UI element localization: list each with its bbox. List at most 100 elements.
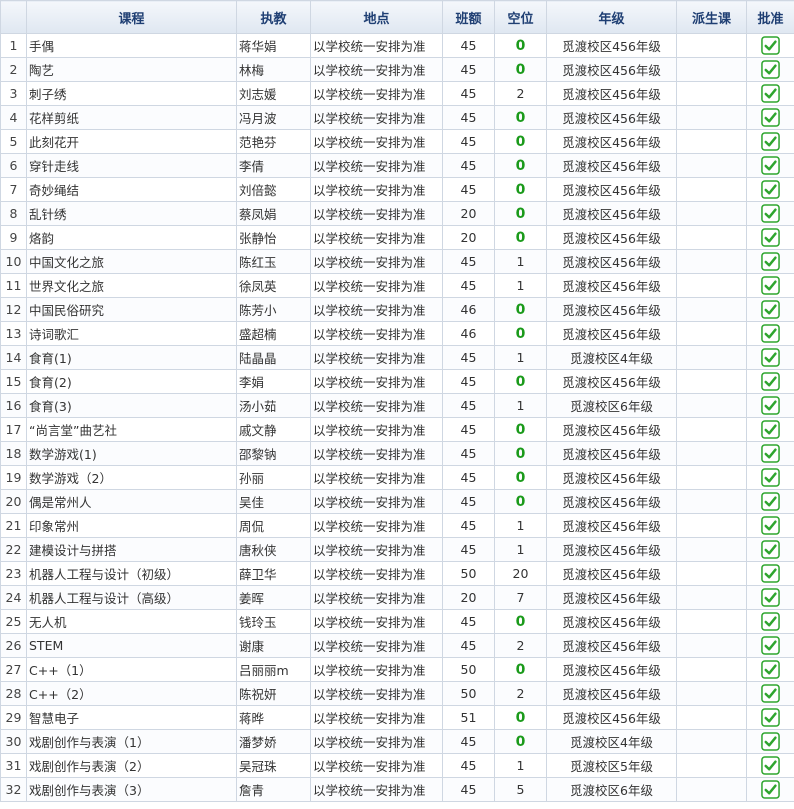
check-icon[interactable] [761, 180, 780, 199]
check-icon[interactable] [761, 204, 780, 223]
derived-course [676, 465, 747, 490]
capacity: 50 [442, 657, 495, 682]
vacancy: 1 [494, 753, 547, 778]
header-derived-course[interactable]: 派生课 [676, 0, 747, 34]
check-icon[interactable] [761, 36, 780, 55]
check-icon[interactable] [761, 276, 780, 295]
course-name: 戏剧创作与表演（3） [26, 777, 237, 802]
check-icon[interactable] [761, 324, 780, 343]
capacity: 45 [442, 273, 495, 298]
course-name: 食育(3) [26, 393, 237, 418]
row-index: 20 [0, 489, 27, 514]
check-icon[interactable] [761, 516, 780, 535]
header-approve[interactable]: 批准 [746, 0, 794, 34]
capacity: 45 [442, 417, 495, 442]
check-icon[interactable] [761, 348, 780, 367]
check-icon[interactable] [761, 156, 780, 175]
check-icon[interactable] [761, 708, 780, 727]
header-place[interactable]: 地点 [310, 0, 443, 34]
vacancy: 1 [494, 345, 547, 370]
check-icon[interactable] [761, 84, 780, 103]
check-icon[interactable] [761, 564, 780, 583]
capacity: 51 [442, 705, 495, 730]
approve-cell [746, 705, 794, 730]
place: 以学校统一安排为准 [310, 777, 443, 802]
check-icon[interactable] [761, 108, 780, 127]
check-icon[interactable] [761, 540, 780, 559]
check-icon[interactable] [761, 756, 780, 775]
check-icon[interactable] [761, 492, 780, 511]
header-grade[interactable]: 年级 [546, 0, 677, 34]
vacancy: 0 [494, 297, 547, 322]
check-icon[interactable] [761, 660, 780, 679]
teacher-name: 孙丽 [236, 465, 311, 490]
header-capacity[interactable]: 班额 [442, 0, 495, 34]
header-vacancy[interactable]: 空位 [494, 0, 547, 34]
check-icon[interactable] [761, 396, 780, 415]
check-icon[interactable] [761, 780, 780, 799]
check-icon[interactable] [761, 60, 780, 79]
derived-course [676, 201, 747, 226]
check-icon[interactable] [761, 132, 780, 151]
place: 以学校统一安排为准 [310, 177, 443, 202]
derived-course [676, 345, 747, 370]
place: 以学校统一安排为准 [310, 681, 443, 706]
derived-course [676, 753, 747, 778]
header-teacher[interactable]: 执教 [236, 0, 311, 34]
capacity: 45 [442, 633, 495, 658]
place: 以学校统一安排为准 [310, 105, 443, 130]
derived-course [676, 633, 747, 658]
approve-cell [746, 81, 794, 106]
vacancy: 2 [494, 81, 547, 106]
capacity: 45 [442, 489, 495, 514]
grade: 觅渡校区456年级 [546, 57, 677, 82]
grade: 觅渡校区456年级 [546, 609, 677, 634]
table-row: 2 陶艺 林梅 以学校统一安排为准 45 0 觅渡校区456年级 [0, 57, 794, 82]
check-icon[interactable] [761, 636, 780, 655]
teacher-name: 谢康 [236, 633, 311, 658]
place: 以学校统一安排为准 [310, 561, 443, 586]
vacancy: 0 [494, 417, 547, 442]
check-icon[interactable] [761, 684, 780, 703]
check-icon[interactable] [761, 372, 780, 391]
approve-cell [746, 33, 794, 58]
check-icon[interactable] [761, 444, 780, 463]
header-course[interactable]: 课程 [26, 0, 237, 34]
course-name: 手偶 [26, 33, 237, 58]
place: 以学校统一安排为准 [310, 585, 443, 610]
grade: 觅渡校区456年级 [546, 369, 677, 394]
check-icon[interactable] [761, 732, 780, 751]
derived-course [676, 129, 747, 154]
vacancy: 0 [494, 657, 547, 682]
table-row: 31 戏剧创作与表演（2） 吴冠珠 以学校统一安排为准 45 1 觅渡校区5年级 [0, 753, 794, 778]
course-name: 中国文化之旅 [26, 249, 237, 274]
vacancy: 1 [494, 273, 547, 298]
grade: 觅渡校区456年级 [546, 633, 677, 658]
place: 以学校统一安排为准 [310, 153, 443, 178]
check-icon[interactable] [761, 612, 780, 631]
capacity: 45 [442, 753, 495, 778]
check-icon[interactable] [761, 300, 780, 319]
vacancy: 0 [494, 177, 547, 202]
check-icon[interactable] [761, 228, 780, 247]
derived-course [676, 273, 747, 298]
check-icon[interactable] [761, 252, 780, 271]
place: 以学校统一安排为准 [310, 609, 443, 634]
table-row: 26 STEM 谢康 以学校统一安排为准 45 2 觅渡校区456年级 [0, 633, 794, 658]
capacity: 45 [442, 465, 495, 490]
vacancy: 0 [494, 705, 547, 730]
capacity: 20 [442, 585, 495, 610]
teacher-name: 周侃 [236, 513, 311, 538]
place: 以学校统一安排为准 [310, 129, 443, 154]
place: 以学校统一安排为准 [310, 33, 443, 58]
table-row: 18 数学游戏(1) 邵黎钠 以学校统一安排为准 45 0 觅渡校区456年级 [0, 441, 794, 466]
vacancy: 20 [494, 561, 547, 586]
vacancy: 0 [494, 729, 547, 754]
row-index: 11 [0, 273, 27, 298]
check-icon[interactable] [761, 468, 780, 487]
approve-cell [746, 201, 794, 226]
check-icon[interactable] [761, 420, 780, 439]
check-icon[interactable] [761, 588, 780, 607]
course-name: 穿针走线 [26, 153, 237, 178]
derived-course [676, 585, 747, 610]
